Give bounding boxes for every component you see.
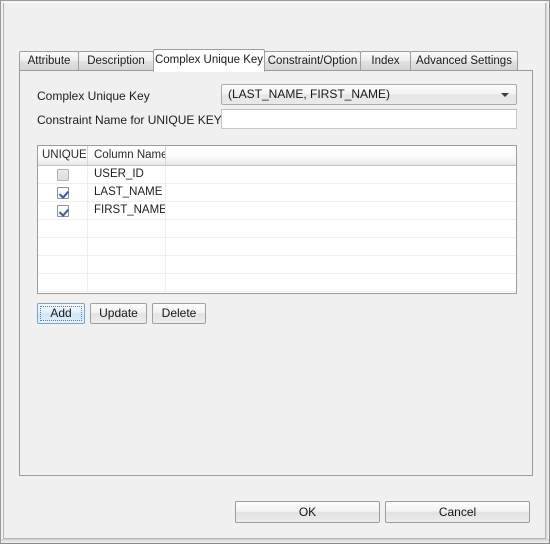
complex-unique-key-value: (LAST_NAME, FIRST_NAME) (228, 87, 391, 101)
constraint-name-input[interactable] (221, 109, 517, 129)
table-row[interactable]: LAST_NAME (38, 184, 516, 202)
row-column-name: LAST_NAME (88, 184, 166, 201)
tab-attribute[interactable]: Attribute (19, 51, 79, 71)
tab-strip: Attribute Description Complex Unique Key… (19, 49, 533, 72)
tab-label: Attribute (27, 55, 71, 67)
tab-description[interactable]: Description (78, 51, 154, 71)
tab-label: Description (87, 55, 145, 67)
tab-panel-complex-unique-key: Complex Unique Key Constraint Name for U… (19, 70, 533, 476)
row-spacer-cell (166, 220, 516, 237)
complex-unique-key-label: Complex Unique Key (37, 89, 150, 103)
row-column-name: USER_ID (88, 166, 166, 183)
row-unique-cell[interactable] (38, 202, 88, 219)
row-column-name (88, 256, 166, 273)
row-unique-cell (38, 274, 88, 291)
row-spacer-cell (166, 256, 516, 273)
column-header-spacer (166, 146, 516, 165)
row-spacer-cell (166, 238, 516, 255)
row-column-name (88, 220, 166, 237)
ok-button[interactable]: OK (235, 501, 380, 523)
window-edge-right (546, 3, 549, 543)
table-row[interactable]: FIRST_NAME (38, 202, 516, 220)
row-spacer-cell (166, 274, 516, 291)
row-unique-cell[interactable] (38, 184, 88, 201)
update-button[interactable]: Update (90, 303, 147, 324)
table-row[interactable] (38, 256, 516, 274)
row-unique-cell (38, 238, 88, 255)
row-unique-cell[interactable] (38, 166, 88, 183)
delete-button[interactable]: Delete (152, 303, 206, 324)
table-row[interactable] (38, 274, 516, 292)
tab-label: Advanced Settings (416, 55, 512, 67)
column-header-column-name[interactable]: Column Name (88, 146, 166, 165)
unique-key-columns-table[interactable]: UNIQUE Column Name USER_ID LAST_NAME FIR… (37, 145, 517, 294)
complex-unique-key-select[interactable]: (LAST_NAME, FIRST_NAME) (221, 84, 517, 105)
unique-checkbox[interactable] (56, 186, 69, 199)
row-column-name (88, 238, 166, 255)
unique-checkbox[interactable] (56, 204, 69, 217)
table-row[interactable] (38, 238, 516, 256)
unique-checkbox[interactable] (56, 168, 69, 181)
table-information-window: Table Information Attribute Description … (0, 0, 550, 544)
row-spacer-cell (166, 202, 516, 219)
cancel-button[interactable]: Cancel (385, 501, 530, 523)
row-spacer-cell (166, 166, 516, 183)
chevron-down-icon (501, 93, 509, 97)
row-spacer-cell (166, 184, 516, 201)
row-unique-cell (38, 256, 88, 273)
tab-label: Index (371, 55, 400, 67)
row-column-name: FIRST_NAME (88, 202, 166, 219)
tab-label: Constraint/Option (267, 55, 358, 67)
tab-complex-unique-key[interactable]: Complex Unique Key (153, 49, 265, 72)
table-row[interactable] (38, 220, 516, 238)
add-button[interactable]: Add (37, 303, 85, 324)
column-header-unique[interactable]: UNIQUE (38, 146, 88, 165)
table-header-row: UNIQUE Column Name (38, 146, 516, 166)
tab-advanced-settings[interactable]: Advanced Settings (410, 51, 518, 71)
tab-constraint-option[interactable]: Constraint/Option (264, 51, 361, 71)
row-unique-cell (38, 220, 88, 237)
tab-index[interactable]: Index (360, 51, 411, 71)
row-column-name (88, 274, 166, 291)
window-edge-bottom (1, 539, 549, 543)
table-row[interactable]: USER_ID (38, 166, 516, 184)
constraint-name-label: Constraint Name for UNIQUE KEY (37, 113, 222, 127)
tab-label: Complex Unique Key (154, 54, 264, 66)
